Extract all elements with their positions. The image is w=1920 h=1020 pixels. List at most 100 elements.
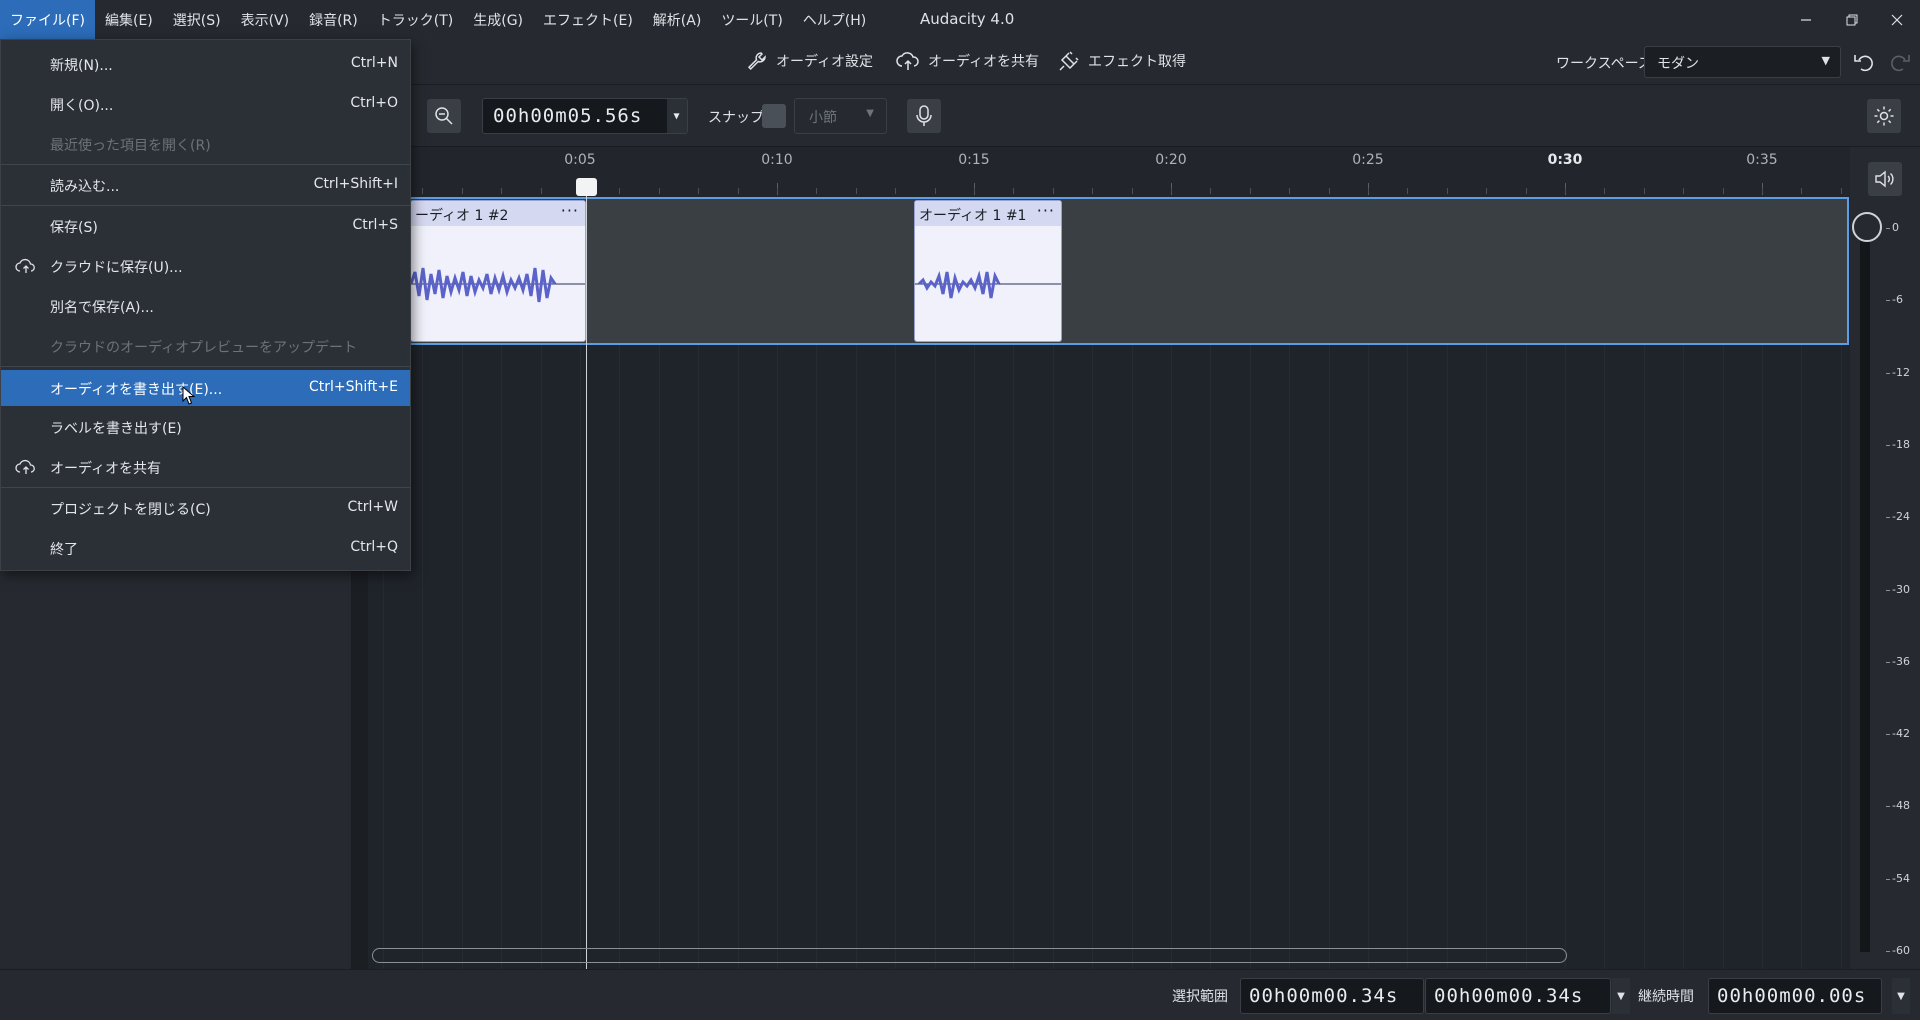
selection-end-time[interactable]: 00h00m00.34s bbox=[1425, 978, 1611, 1014]
volume-meter bbox=[1860, 240, 1870, 952]
more-options-icon[interactable]: ··· bbox=[561, 201, 579, 220]
more-options-icon[interactable]: ··· bbox=[1037, 201, 1055, 220]
time-format-dropdown[interactable]: ▼ bbox=[667, 99, 687, 133]
menu-tools[interactable]: ツール(T) bbox=[711, 0, 792, 39]
restore-button[interactable] bbox=[1829, 0, 1875, 39]
menu-item-recent[interactable]: 最近使った項目を開く(R) bbox=[1, 127, 410, 161]
playhead-handle[interactable] bbox=[576, 178, 597, 196]
ruler-minor-tick bbox=[1801, 188, 1802, 194]
menu-effect[interactable]: エフェクト(E) bbox=[533, 0, 643, 39]
ruler-minor-tick bbox=[698, 188, 699, 194]
time-display[interactable]: 00h00m05.56s ▼ bbox=[482, 98, 688, 134]
menu-select[interactable]: 選択(S) bbox=[163, 0, 231, 39]
menu-help[interactable]: ヘルプ(H) bbox=[793, 0, 876, 39]
close-button[interactable] bbox=[1874, 0, 1920, 39]
ruler-minor-tick bbox=[1132, 188, 1133, 194]
menu-item-shortcut: Ctrl+Q bbox=[350, 539, 398, 555]
meter-scale-tick bbox=[1886, 806, 1890, 808]
get-effects-button[interactable]: エフェクト取得 bbox=[1056, 50, 1186, 72]
menu-item-exit[interactable]: 終了 Ctrl+Q bbox=[1, 531, 410, 565]
ruler-minor-tick bbox=[1683, 188, 1684, 194]
menu-item-update-cloud-preview[interactable]: クラウドのオーディオプレビューをアップデート bbox=[1, 329, 410, 363]
selection-start-time[interactable]: 00h00m00.34s bbox=[1240, 978, 1424, 1014]
workspace-select[interactable]: モダン ▼ bbox=[1644, 46, 1841, 78]
playhead-line bbox=[586, 181, 587, 969]
ruler-minor-tick bbox=[1644, 188, 1645, 194]
menu-item-label: 保存(S) bbox=[50, 220, 98, 236]
ruler-minor-tick bbox=[541, 188, 542, 194]
menu-view[interactable]: 表示(V) bbox=[231, 0, 300, 39]
ruler-minor-tick bbox=[1250, 188, 1251, 194]
menu-item-shortcut: Ctrl+Shift+I bbox=[313, 176, 398, 192]
cloud-share-icon bbox=[896, 52, 919, 70]
selected-track-region[interactable] bbox=[368, 197, 1849, 345]
redo-icon bbox=[1891, 55, 1910, 72]
menu-separator bbox=[1, 366, 410, 367]
clip-header[interactable]: ーディオ 1 #2 ··· bbox=[411, 201, 585, 226]
menu-item-open[interactable]: 開く(O)... Ctrl+O bbox=[1, 87, 410, 121]
snap-checkbox[interactable] bbox=[762, 104, 786, 128]
menu-item-new[interactable]: 新規(N)... Ctrl+N bbox=[1, 47, 410, 81]
share-audio-button[interactable]: オーディオを共有 bbox=[896, 50, 1039, 72]
record-meter-button[interactable] bbox=[907, 99, 941, 133]
cloud-icon bbox=[15, 258, 35, 273]
minimize-button[interactable] bbox=[1783, 0, 1829, 39]
meter-scale-label: -18 bbox=[1892, 437, 1910, 451]
playback-volume-button[interactable] bbox=[1868, 162, 1902, 196]
duration-time[interactable]: 00h00m00.00s bbox=[1708, 978, 1882, 1014]
ruler-minor-tick bbox=[659, 188, 660, 194]
menu-item-save-to-cloud[interactable]: クラウドに保存(U)... bbox=[1, 249, 410, 283]
meter-scale-label: -42 bbox=[1892, 727, 1910, 741]
undo-button[interactable] bbox=[1850, 48, 1878, 76]
menu-item-share-audio[interactable]: オーディオを共有 bbox=[1, 450, 410, 484]
wrench-icon bbox=[747, 52, 766, 71]
menu-file[interactable]: ファイル(F) bbox=[0, 0, 95, 39]
horizontal-scrollbar[interactable] bbox=[372, 948, 1567, 963]
redo-button[interactable] bbox=[1886, 48, 1914, 76]
snap-select[interactable]: 小節 ▼ bbox=[794, 98, 887, 134]
settings-button[interactable] bbox=[1867, 99, 1901, 133]
menu-item-import[interactable]: 読み込む... Ctrl+Shift+I bbox=[1, 168, 410, 202]
menu-record[interactable]: 録音(R) bbox=[299, 0, 368, 39]
menu-item-shortcut: Ctrl+Shift+E bbox=[308, 379, 398, 395]
audio-clip[interactable]: ーディオ 1 #2 ··· bbox=[410, 200, 586, 342]
menu-edit[interactable]: 編集(E) bbox=[95, 0, 163, 39]
meter-scale-tick bbox=[1886, 878, 1890, 880]
menu-item-export-audio[interactable]: オーディオを書き出す(E)... Ctrl+Shift+E bbox=[1, 370, 410, 406]
meter-scale-tick bbox=[1886, 661, 1890, 663]
time-display-value: 00h00m05.56s bbox=[493, 105, 643, 127]
menu-item-close-project[interactable]: プロジェクトを閉じる(C) Ctrl+W bbox=[1, 491, 410, 525]
menu-item-label: クラウドのオーディオプレビューをアップデート bbox=[50, 340, 358, 356]
ruler-tick-label: 0:25 bbox=[1352, 152, 1384, 168]
audio-clip[interactable]: オーディオ 1 #1 ··· bbox=[914, 200, 1062, 342]
ruler-minor-tick bbox=[1841, 188, 1842, 194]
workspace-label: ワークスペース bbox=[1556, 56, 1652, 72]
menu-item-label: 終了 bbox=[50, 542, 78, 558]
menu-item-save[interactable]: 保存(S) Ctrl+S bbox=[1, 209, 410, 243]
file-menu: 新規(N)... Ctrl+N 開く(O)... Ctrl+O 最近使った項目を… bbox=[0, 39, 411, 571]
zoom-out-button[interactable] bbox=[427, 99, 461, 133]
menu-analyze[interactable]: 解析(A) bbox=[643, 0, 712, 39]
duration-format-dropdown[interactable]: ▼ bbox=[1892, 978, 1910, 1014]
menu-track[interactable]: トラック(T) bbox=[368, 0, 463, 39]
audio-settings-button[interactable]: オーディオ設定 bbox=[746, 50, 873, 72]
ruler-minor-tick bbox=[1486, 188, 1487, 194]
menu-item-label: プロジェクトを閉じる(C) bbox=[50, 502, 211, 518]
menu-item-label: オーディオを共有 bbox=[50, 461, 162, 477]
selection-format-dropdown[interactable]: ▼ bbox=[1612, 978, 1630, 1014]
menu-item-export-labels[interactable]: ラベルを書き出す(E) bbox=[1, 410, 410, 444]
clip-header[interactable]: オーディオ 1 #1 ··· bbox=[915, 201, 1061, 226]
meter-scale-label: 0 bbox=[1892, 221, 1899, 234]
ruler-minor-tick bbox=[1329, 188, 1330, 194]
menu-generate[interactable]: 生成(G) bbox=[463, 0, 533, 39]
ruler-minor-tick bbox=[1171, 188, 1172, 194]
meter-scale-label: -30 bbox=[1892, 582, 1910, 596]
snap-label: スナップ bbox=[708, 110, 764, 126]
menu-item-label: 別名で保存(A)... bbox=[50, 300, 154, 316]
ruler-minor-tick bbox=[816, 188, 817, 194]
cursor-icon bbox=[182, 386, 196, 405]
menu-item-save-as[interactable]: 別名で保存(A)... bbox=[1, 289, 410, 323]
menu-item-shortcut: Ctrl+O bbox=[350, 95, 398, 111]
volume-slider-knob[interactable] bbox=[1852, 212, 1882, 242]
ruler-minor-tick bbox=[1604, 188, 1605, 194]
